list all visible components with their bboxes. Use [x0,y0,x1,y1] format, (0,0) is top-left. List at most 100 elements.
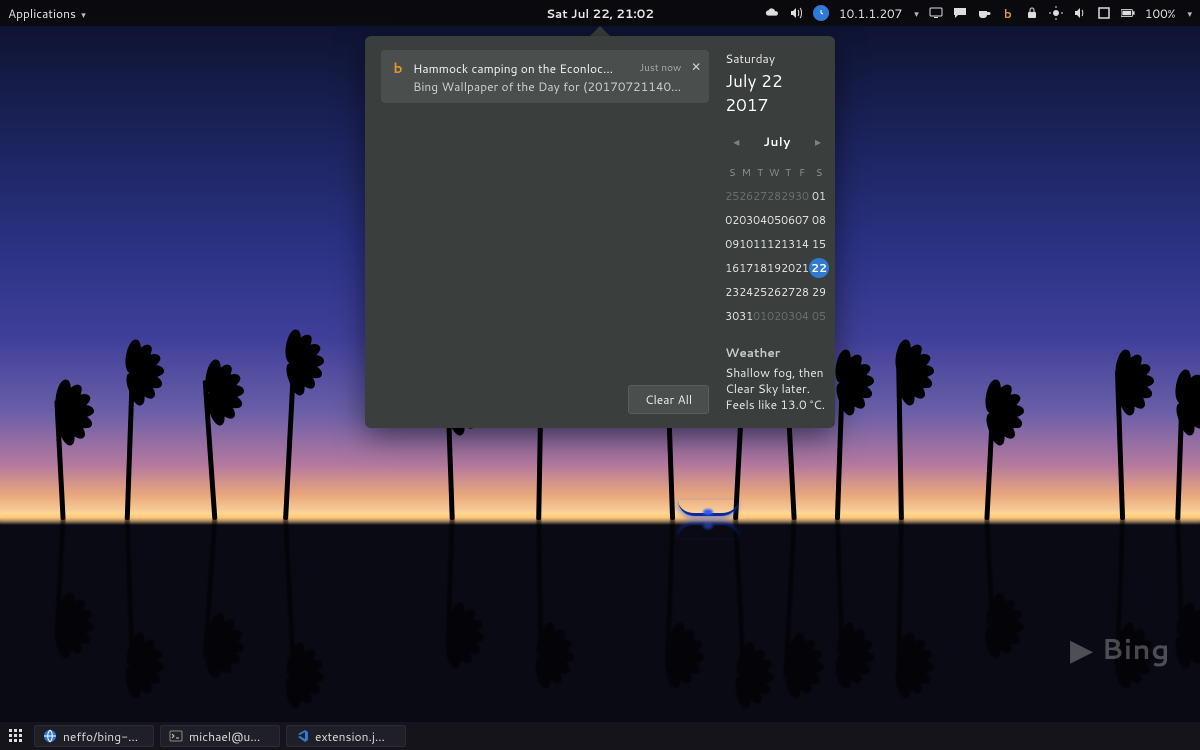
applications-menu[interactable]: Applications ▾ [8,5,86,22]
brightness-icon[interactable] [1049,6,1063,20]
display-icon[interactable] [929,6,943,20]
calendar-grid: SMTWTFS 25262728293001020304050607080910… [725,160,829,330]
calendar-day[interactable]: 02 [767,306,781,326]
calendar-day[interactable]: 16 [725,258,739,278]
calendar-day[interactable]: 31 [739,306,753,326]
user-status-icon[interactable] [813,5,829,21]
calendar-day[interactable]: 18 [753,258,767,278]
date-dayofweek: Saturday [725,50,829,67]
calendar-day[interactable]: 12 [767,234,781,254]
calendar-day[interactable]: 22 [809,258,829,278]
bing-indicator-icon[interactable]: b [1001,6,1015,20]
calendar-day[interactable]: 30 [795,186,809,206]
calendar-day[interactable]: 25 [725,186,739,206]
calendar-day[interactable]: 15 [809,234,829,254]
volume-icon-2[interactable] [1073,6,1087,20]
calendar-day[interactable]: 04 [753,210,767,230]
calendar-day[interactable]: 23 [725,282,739,302]
cloud-sync-icon[interactable] [765,6,779,20]
weather-section: Weather Shallow fog, then Clear Sky late… [725,344,829,414]
calendar-day[interactable]: 10 [739,234,753,254]
app-grid-button[interactable] [4,726,28,746]
notification-card[interactable]: b Hammock camping on the Econloc… Just n… [381,50,709,103]
calendar-day[interactable]: 27 [753,186,767,206]
calendar-day[interactable]: 14 [795,234,809,254]
close-icon[interactable]: ✕ [691,58,701,75]
calendar-day[interactable]: 26 [739,186,753,206]
calendar-dow-header: T [753,164,767,182]
chat-icon[interactable] [953,6,967,20]
calendar-day[interactable]: 02 [725,210,739,230]
weather-heading: Weather [725,344,829,361]
calendar-day[interactable]: 05 [767,210,781,230]
weather-text: Shallow fog, then Clear Sky later. Feels… [725,365,829,414]
task-bar: neffo/bing-… michael@u… extension.j… [0,722,1200,750]
task-label: neffo/bing-… [63,728,145,745]
task-item[interactable]: michael@u… [160,725,280,747]
datetime-popover: b Hammock camping on the Econloc… Just n… [365,26,835,428]
globe-icon [43,729,57,743]
calendar-day[interactable]: 29 [781,186,795,206]
clock-button[interactable]: Sat Jul 22, 21:02 [546,5,654,22]
calendar-day[interactable]: 03 [781,306,795,326]
task-label: michael@u… [189,728,271,745]
calendar-day[interactable]: 27 [781,282,795,302]
calendar-pane: Saturday July 22 2017 ◂ July ▸ SMTWTFS 2… [725,50,829,414]
prev-month-button[interactable]: ◂ [729,131,743,152]
calendar-day[interactable]: 04 [795,306,809,326]
notifications-pane: b Hammock camping on the Econloc… Just n… [381,50,709,414]
calendar-day[interactable]: 13 [781,234,795,254]
battery-pct-label: 100% [1145,5,1176,22]
chevron-down-icon: ▾ [81,8,86,21]
calendar-dow-header: W [767,164,781,182]
calendar-day[interactable]: 25 [753,282,767,302]
calendar-day[interactable]: 20 [781,258,795,278]
lock-icon[interactable] [1025,6,1039,20]
calendar-dow-header: T [781,164,795,182]
calendar-day[interactable]: 01 [809,186,829,206]
calendar-day[interactable]: 19 [767,258,781,278]
calendar-day[interactable]: 01 [753,306,767,326]
notification-subtitle: Bing Wallpaper of the Day for (201707211… [413,78,681,95]
notification-time: Just now [639,61,681,75]
battery-icon[interactable] [1121,6,1135,20]
calendar-day[interactable]: 07 [795,210,809,230]
task-item[interactable]: neffo/bing-… [34,725,154,747]
calendar-day[interactable]: 05 [809,306,829,326]
ip-address-label[interactable]: 10.1.1.207 [839,5,902,22]
calendar-day[interactable]: 28 [795,282,809,302]
calendar-day[interactable]: 09 [725,234,739,254]
next-month-button[interactable]: ▸ [811,131,825,152]
volume-icon[interactable] [789,6,803,20]
calendar-day[interactable]: 03 [739,210,753,230]
calendar-day[interactable]: 17 [739,258,753,278]
applications-menu-label: Applications [8,5,76,22]
stop-icon[interactable] [1097,6,1111,20]
task-label: extension.j… [315,728,397,745]
date-full: July 22 2017 [725,69,829,117]
calendar-dow-header: M [739,164,753,182]
bing-watermark: ▶ Bing [1070,627,1170,670]
top-bar: Applications ▾ Sat Jul 22, 21:02 10.1.1.… [0,0,1200,26]
vscode-icon [295,729,309,743]
bing-notification-icon: b [391,58,405,78]
calendar-dow-header: S [809,164,829,182]
calendar-day[interactable]: 06 [781,210,795,230]
notification-title: Hammock camping on the Econloc… [413,60,625,77]
calendar-day[interactable]: 11 [753,234,767,254]
clear-all-button[interactable]: Clear All [628,385,709,414]
chevron-down-icon: ▾ [914,7,919,20]
calendar-dow-header: S [725,164,739,182]
calendar-day[interactable]: 24 [739,282,753,302]
calendar-day[interactable]: 21 [795,258,809,278]
calendar-day[interactable]: 29 [809,282,829,302]
calendar-day[interactable]: 26 [767,282,781,302]
coffee-icon[interactable] [977,6,991,20]
task-item[interactable]: extension.j… [286,725,406,747]
calendar-day[interactable]: 28 [767,186,781,206]
calendar-day[interactable]: 30 [725,306,739,326]
clock-label: Sat Jul 22, 21:02 [546,5,654,22]
bing-logo-icon: ▶ [1070,627,1094,670]
chevron-down-icon: ▾ [1187,7,1192,20]
calendar-day[interactable]: 08 [809,210,829,230]
